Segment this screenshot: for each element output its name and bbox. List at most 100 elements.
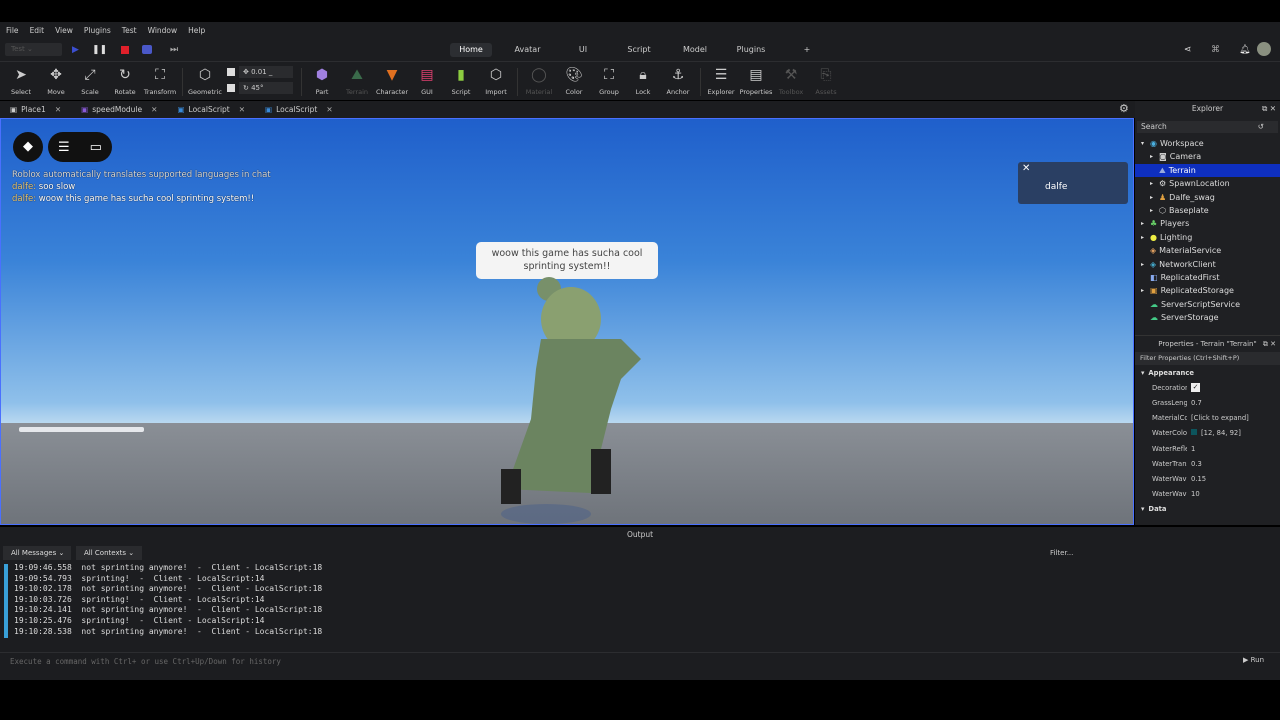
history-icon[interactable]: ↺ [1258, 121, 1264, 133]
game-viewport[interactable]: ◆ ☰ ▭ Roblox automatically translates sup… [0, 118, 1134, 525]
property-row[interactable]: WaterWave...0.15 [1135, 471, 1280, 486]
doc-tab[interactable]: ▣ Place1 ✕ [0, 105, 71, 114]
property-row[interactable]: MaterialCol...[Click to expand] [1135, 411, 1280, 426]
gui-tool[interactable]: ▤ GUI [408, 66, 446, 96]
explorer-search-input[interactable]: Search ↺ [1137, 121, 1278, 133]
menu-edit[interactable]: Edit [30, 26, 45, 35]
stop-icon[interactable] [121, 46, 129, 54]
tab-ui[interactable]: UI [565, 43, 601, 57]
property-value[interactable]: 0.3 [1187, 460, 1202, 468]
move-snap-checkbox[interactable] [227, 68, 235, 76]
lock-tool[interactable]: 🔒︎ Lock [624, 66, 662, 96]
expand-arrow-icon[interactable]: ▸ [1141, 231, 1147, 244]
tree-item-players[interactable]: ▸ ♣ Players [1135, 217, 1280, 230]
anchor-tool[interactable]: ⚓︎ Anchor [659, 66, 697, 96]
tree-item-dalfe_swag[interactable]: ▸ ♟ Dalfe_swag [1135, 191, 1280, 204]
property-row[interactable]: Decoration ✓ [1135, 380, 1280, 395]
property-row[interactable]: WaterWave...10 [1135, 487, 1280, 502]
character-tool[interactable]: ▼ Character [373, 66, 411, 96]
menu-window[interactable]: Window [148, 26, 178, 35]
play-icon[interactable]: ▶ [72, 45, 79, 55]
expand-arrow-icon[interactable]: ▸ [1150, 191, 1156, 204]
property-row[interactable]: WaterRefle...1 [1135, 441, 1280, 456]
tree-item-materialservice[interactable]: ◈ MaterialService [1135, 244, 1280, 257]
tree-item-camera[interactable]: ▸ ◙ Camera [1135, 150, 1280, 163]
assets-toggle[interactable]: ⎘ Assets [807, 66, 845, 96]
transform-tool[interactable]: ⛶ Transform [141, 66, 179, 96]
tree-item-terrain[interactable]: ⛰ Terrain [1135, 163, 1280, 178]
tab-avatar[interactable]: Avatar [505, 43, 550, 57]
avatar[interactable] [1257, 42, 1271, 56]
filter-properties-input[interactable]: Filter Properties (Ctrl+Shift+P) [1135, 352, 1280, 365]
run-button[interactable]: ▶ Run [1243, 656, 1264, 664]
close-icon[interactable]: ⧉ ✕ [1263, 336, 1276, 352]
group-tool[interactable]: ⛶ Group [590, 66, 628, 96]
property-value[interactable]: 1 [1187, 445, 1195, 453]
property-row[interactable]: WaterColor [12, 84, 92] [1135, 426, 1280, 441]
output-filter-input[interactable]: Filter... [1050, 547, 1235, 560]
select-tool[interactable]: ➤ Select [2, 66, 40, 96]
property-value[interactable]: [Click to expand] [1187, 414, 1249, 422]
settings-gear-icon[interactable]: ⚙ [1119, 102, 1129, 115]
chat-icon[interactable]: ▭ [90, 140, 102, 155]
section-appearance[interactable]: ▾ Appearance [1135, 365, 1280, 380]
close-icon[interactable]: ✕ [1022, 163, 1030, 174]
roblox-menu-button[interactable]: ◆ [13, 132, 43, 162]
client-server-icon[interactable] [142, 45, 152, 54]
close-tab-icon[interactable]: ✕ [151, 105, 157, 114]
explorer-toggle[interactable]: ☰ Explorer [702, 66, 740, 96]
menu-plugins[interactable]: Plugins [84, 26, 111, 35]
close-icon[interactable]: ⧉ ✕ [1262, 101, 1276, 117]
section-data[interactable]: ▾ Data [1135, 502, 1280, 517]
expand-arrow-icon[interactable]: ▾ [1141, 137, 1147, 150]
share-icon[interactable]: ⋖ [1184, 45, 1192, 55]
menu-help[interactable]: Help [188, 26, 205, 35]
expand-arrow-icon[interactable]: ▸ [1141, 217, 1147, 230]
move-step-input[interactable]: ✥ 0.01 _ [239, 66, 293, 78]
rotate-tool[interactable]: ↻ Rotate [106, 66, 144, 96]
menu-view[interactable]: View [55, 26, 73, 35]
terrain-tool[interactable]: ⛰ Terrain [338, 66, 376, 96]
part-tool[interactable]: ⬢ Part [303, 66, 341, 96]
notification-bell-icon[interactable]: 🔔︎ [1239, 45, 1250, 55]
toolbox-toggle[interactable]: ⚒ Toolbox [772, 66, 810, 96]
doc-tab[interactable]: ▣ LocalScript ✕ [167, 105, 255, 114]
tree-item-replicatedfirst[interactable]: ◧ ReplicatedFirst [1135, 271, 1280, 284]
step-icon[interactable]: ⏭ [170, 45, 178, 55]
tree-item-spawnlocation[interactable]: ▸ ⚙ SpawnLocation [1135, 177, 1280, 190]
collaborate-icon[interactable]: ⌘ [1211, 45, 1220, 55]
property-row[interactable]: WaterTrans...0.3 [1135, 456, 1280, 471]
doc-tab[interactable]: ▣ LocalScript ✕ [255, 105, 343, 114]
tab-model[interactable]: Model [675, 43, 715, 57]
expand-arrow-icon[interactable]: ▸ [1141, 258, 1147, 271]
property-value[interactable]: [12, 84, 92] [1187, 429, 1241, 437]
close-tab-icon[interactable]: ✕ [55, 105, 61, 114]
pause-icon[interactable]: ❚❚ [92, 45, 107, 55]
command-bar-input[interactable]: Execute a command with Ctrl+ or use Ctrl… [0, 652, 1280, 669]
tree-item-serverstorage[interactable]: ☁ ServerStorage [1135, 311, 1280, 324]
property-row[interactable]: GrassLength0.7 [1135, 395, 1280, 410]
geometric-tool[interactable]: ⬡ Geometric [186, 66, 224, 96]
messages-filter-dropdown[interactable]: All Messages ⌄ [3, 546, 71, 560]
property-value[interactable]: ✓ [1187, 383, 1200, 393]
color-tool[interactable]: 🎨︎ Color [555, 66, 593, 96]
expand-arrow-icon[interactable]: ▸ [1141, 284, 1147, 297]
hamburger-menu-icon[interactable]: ☰ [58, 140, 70, 155]
property-value[interactable]: 0.15 [1187, 475, 1206, 483]
tab-+[interactable]: + [795, 43, 819, 57]
contexts-filter-dropdown[interactable]: All Contexts ⌄ [76, 546, 142, 560]
tree-item-workspace[interactable]: ▾ ◉ Workspace [1135, 137, 1280, 150]
tab-script[interactable]: Script [620, 43, 658, 57]
menu-file[interactable]: File [6, 26, 19, 35]
menu-test[interactable]: Test [122, 26, 137, 35]
test-mode-select[interactable]: Test ⌄ [5, 43, 62, 56]
checkbox-checked-icon[interactable]: ✓ [1191, 383, 1200, 393]
import-tool[interactable]: ⬡ Import [477, 66, 515, 96]
expand-arrow-icon[interactable]: ▸ [1150, 204, 1156, 217]
doc-tab[interactable]: ▣ speedModule ✕ [71, 105, 167, 114]
rotate-snap-checkbox[interactable] [227, 84, 235, 92]
tree-item-replicatedstorage[interactable]: ▸ ▣ ReplicatedStorage [1135, 284, 1280, 297]
tab-home[interactable]: Home [450, 43, 492, 57]
tree-item-serverscriptservice[interactable]: ☁ ServerScriptService [1135, 298, 1280, 311]
tree-item-baseplate[interactable]: ▸ ⬡ Baseplate [1135, 204, 1280, 217]
